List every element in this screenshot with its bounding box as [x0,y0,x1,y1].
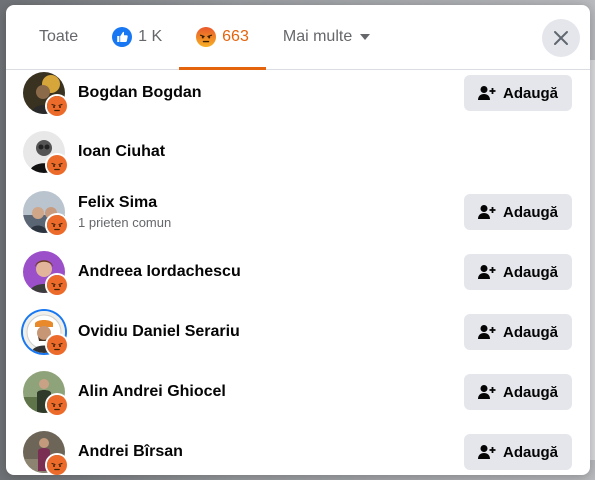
person-info: Ovidiu Daniel Serariu [78,323,240,341]
add-friend-label: Adaugă [502,263,558,281]
add-friend-label: Adaugă [502,383,558,401]
add-friend-button[interactable]: Adaugă [464,194,572,230]
avatar-container [23,191,69,237]
add-friend-label: Adaugă [502,323,558,341]
add-friend-label: Adaugă [502,84,558,102]
person-name[interactable]: Andreea Iordachescu [78,263,241,281]
person-info: Bogdan Bogdan [78,84,202,102]
background-scrollbar [590,60,595,460]
person-name[interactable]: Bogdan Bogdan [78,84,202,102]
add-friend-button[interactable]: Adaugă [464,254,572,290]
avatar-container [23,431,69,475]
tab-all-label: Toate [39,28,79,45]
tab-more[interactable]: Mai multe [266,5,387,69]
reaction-tabs: Toate 1 K 663 Mai multe [6,5,590,70]
list-item[interactable]: Alin Andrei Ghiocel Adaugă [6,362,590,422]
angry-badge-icon [45,153,69,177]
reactors-list: Bogdan Bogdan Adaugă Ioan Ciuhat Felix S… [6,70,590,475]
like-reaction-icon [112,27,133,47]
person-name[interactable]: Andrei Bîrsan [78,443,183,461]
avatar-container [23,311,69,357]
list-item[interactable]: Ovidiu Daniel Serariu Adaugă [6,302,590,362]
mutual-friends[interactable]: 1 prieten comun [78,215,171,230]
angry-badge-icon [45,393,69,417]
avatar-container [23,72,69,118]
add-friend-button[interactable]: Adaugă [464,75,572,111]
add-friend-button[interactable]: Adaugă [464,374,572,410]
tab-like[interactable]: 1 K [95,5,179,69]
tab-more-label: Mai multe [282,28,353,45]
angry-badge-icon [45,94,69,118]
add-friend-icon [477,86,496,100]
list-item[interactable]: Andreea Iordachescu Adaugă [6,242,590,302]
person-info: Andreea Iordachescu [78,263,241,281]
add-friend-label: Adaugă [502,203,558,221]
person-info: Felix Sima 1 prieten comun [78,194,171,230]
add-friend-button[interactable]: Adaugă [464,314,572,350]
tab-angry[interactable]: 663 [179,5,266,70]
angry-reaction-icon [196,27,217,47]
list-item[interactable]: Bogdan Bogdan Adaugă [6,70,590,123]
tab-angry-count: 663 [222,28,249,45]
avatar-container [23,131,69,177]
avatar-container [23,251,69,297]
angry-badge-icon [45,213,69,237]
add-friend-button[interactable]: Adaugă [464,434,572,470]
add-friend-icon [477,445,496,459]
add-friend-label: Adaugă [502,443,558,461]
tab-like-count: 1 K [138,28,163,45]
person-name[interactable]: Felix Sima [78,194,171,212]
list-item[interactable]: Andrei Bîrsan Adaugă [6,422,590,475]
caret-down-icon [360,34,371,40]
person-info: Alin Andrei Ghiocel [78,383,226,401]
list-item[interactable]: Ioan Ciuhat [6,122,590,182]
person-info: Ioan Ciuhat [78,143,165,161]
person-name[interactable]: Ovidiu Daniel Serariu [78,323,240,341]
add-friend-icon [477,265,496,279]
person-name[interactable]: Ioan Ciuhat [78,143,165,161]
avatar-container [23,371,69,417]
close-icon [554,31,568,45]
person-name[interactable]: Alin Andrei Ghiocel [78,383,226,401]
tab-all[interactable]: Toate [22,5,95,69]
add-friend-icon [477,325,496,339]
reactions-dialog: Toate 1 K 663 Mai multe Bogdan Bogdan Ad… [6,5,590,475]
person-info: Andrei Bîrsan [78,443,183,461]
add-friend-icon [477,205,496,219]
close-button[interactable] [542,19,580,57]
list-item[interactable]: Felix Sima 1 prieten comun Adaugă [6,182,590,242]
angry-badge-icon [45,333,69,357]
add-friend-icon [477,385,496,399]
angry-badge-icon [45,273,69,297]
angry-badge-icon [45,453,69,475]
